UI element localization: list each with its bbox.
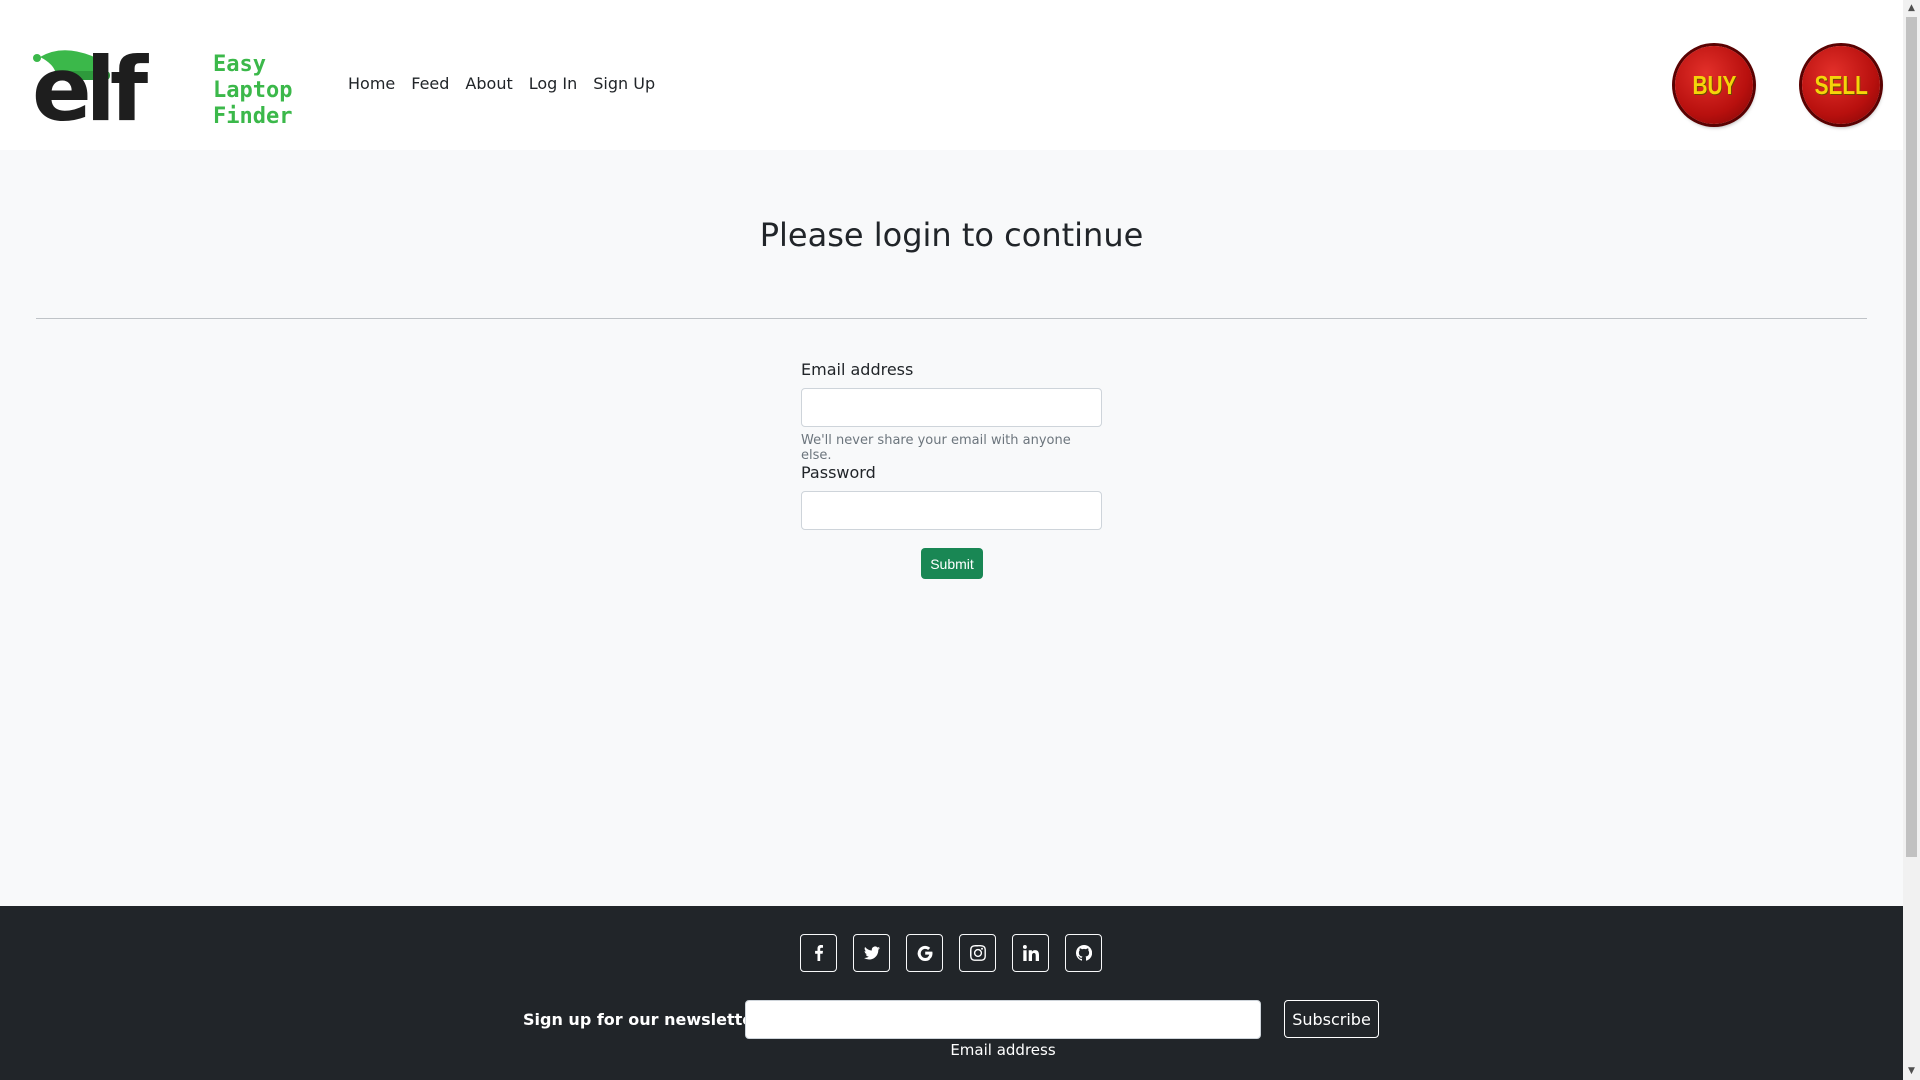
- password-label: Password: [801, 463, 876, 482]
- social-links: [800, 934, 1102, 972]
- footer: Sign up for our newsletter Email address…: [0, 906, 1903, 1080]
- main-nav: Home Feed About Log In Sign Up: [348, 74, 655, 93]
- nav-feed-link[interactable]: Feed: [411, 74, 449, 93]
- nav-login-link[interactable]: Log In: [529, 74, 578, 93]
- newsletter-email-input[interactable]: [745, 1000, 1261, 1039]
- sell-button-label: SELL: [1814, 69, 1868, 100]
- brand-logo[interactable]: elf Easy Laptop Finder: [12, 38, 312, 141]
- navbar: elf Easy Laptop Finder Home Feed About L…: [0, 0, 1903, 150]
- nav-home-link[interactable]: Home: [348, 74, 395, 93]
- nav-about-link[interactable]: About: [465, 74, 512, 93]
- logo-word-easy: Easy: [213, 52, 266, 77]
- buy-button-label: BUY: [1692, 69, 1736, 100]
- email-help-text: We'll never share your email with anyone…: [801, 433, 1071, 463]
- email-label: Email address: [801, 360, 914, 379]
- linkedin-button[interactable]: [1012, 934, 1049, 972]
- sell-button[interactable]: SELL: [1802, 46, 1880, 124]
- logo-tagline: Easy Laptop Finder: [213, 52, 292, 130]
- newsletter-email-label: Email address: [950, 1041, 1056, 1059]
- github-button[interactable]: [1065, 934, 1102, 972]
- twitter-button[interactable]: [853, 934, 890, 972]
- divider: [36, 318, 1867, 319]
- logo-word-finder: Finder: [213, 104, 293, 129]
- google-button[interactable]: [906, 934, 943, 972]
- google-icon: [917, 945, 932, 961]
- subscribe-button[interactable]: Subscribe: [1284, 1000, 1379, 1038]
- facebook-icon: [814, 945, 823, 961]
- logo-word-laptop: Laptop: [213, 78, 293, 103]
- scrollbar-thumb[interactable]: [1906, 17, 1917, 857]
- twitter-icon: [863, 946, 880, 960]
- instagram-icon: [969, 945, 986, 961]
- nav-signup-link[interactable]: Sign Up: [593, 74, 655, 93]
- submit-button[interactable]: Submit: [921, 548, 983, 579]
- facebook-button[interactable]: [800, 934, 837, 972]
- scroll-up-icon[interactable]: ▲: [1903, 0, 1920, 17]
- login-form: Email address We'll never share your ema…: [801, 360, 1103, 579]
- page-title: Please login to continue: [759, 216, 1144, 254]
- instagram-button[interactable]: [959, 934, 996, 972]
- scroll-down-icon[interactable]: ▼: [1903, 1063, 1920, 1080]
- logo-wordmark: elf: [32, 38, 148, 141]
- newsletter-text: Sign up for our newsletter: [523, 1010, 762, 1029]
- github-icon: [1075, 945, 1092, 961]
- vertical-scrollbar[interactable]: ▲ ▼: [1903, 0, 1920, 1080]
- password-input[interactable]: [801, 491, 1102, 530]
- buy-button[interactable]: BUY: [1675, 46, 1753, 124]
- linkedin-icon: [1022, 945, 1039, 961]
- email-input[interactable]: [801, 388, 1102, 427]
